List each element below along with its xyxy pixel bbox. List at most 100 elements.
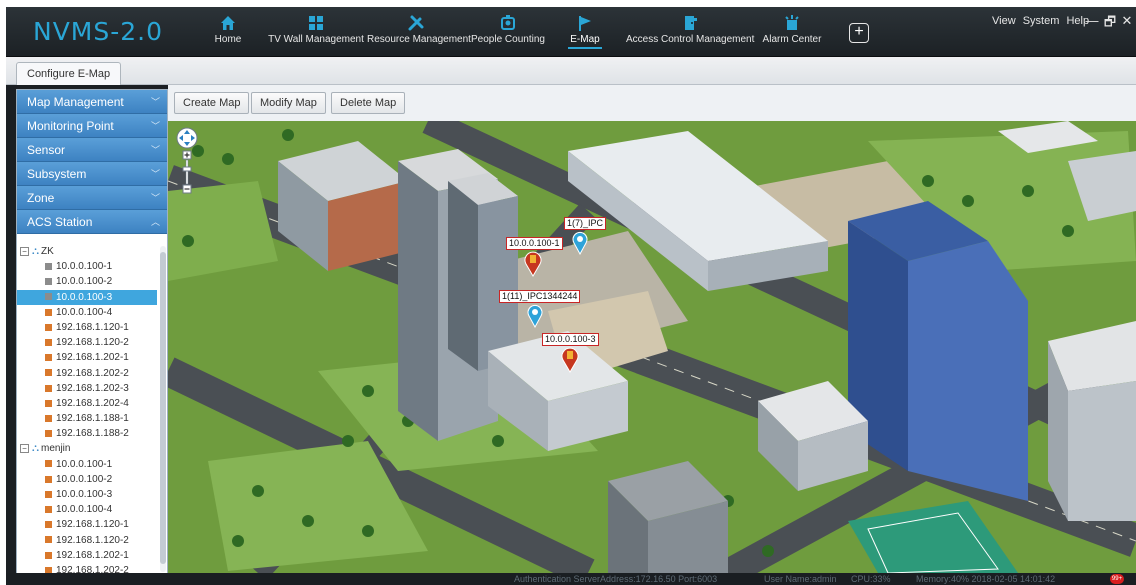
nav-people-counting[interactable]: People Counting [468, 10, 548, 54]
nav-alarm-center[interactable]: Alarm Center [760, 10, 824, 54]
tab-strip: Configure E-Map [6, 57, 1136, 85]
nav-alarm-center-label: Alarm Center [762, 34, 822, 45]
tree-item[interactable]: 10.0.0.100-4 [17, 305, 157, 320]
door-status-icon [45, 551, 52, 559]
tree-item[interactable]: 192.168.1.202-1 [17, 350, 157, 365]
tree-item[interactable]: 192.168.1.202-4 [17, 396, 157, 411]
tree-item[interactable]: 192.168.1.120-2 [17, 533, 157, 548]
accordion-monitoring-point[interactable]: Monitoring Point ﹀ [17, 114, 167, 138]
door-pin-icon[interactable] [561, 347, 579, 373]
tree-item[interactable]: 192.168.1.202-1 [17, 548, 157, 563]
door-status-icon [45, 354, 52, 362]
tree-item-label: 10.0.0.100-2 [56, 473, 113, 485]
tree-group[interactable]: − ⛬ ZK [17, 244, 157, 259]
tree-item[interactable]: 10.0.0.100-3 [17, 487, 157, 502]
tree-scrollbar[interactable] [160, 246, 166, 572]
camera-pin-icon[interactable] [527, 304, 543, 328]
menu-system[interactable]: System [1023, 15, 1060, 27]
tree-scrollbar-thumb[interactable] [160, 252, 166, 564]
zoom-in-icon[interactable] [183, 151, 191, 159]
alarm-count-badge[interactable]: 99+ [1110, 574, 1124, 584]
tree-item-label: 10.0.0.100-4 [56, 504, 113, 516]
collapse-icon[interactable]: − [20, 444, 29, 454]
create-map-button[interactable]: Create Map [174, 92, 250, 114]
tree-item-label: 192.168.1.120-2 [56, 337, 129, 349]
door-pin-icon[interactable] [524, 251, 542, 277]
nav-access-control-management[interactable]: Access Control Management [626, 10, 754, 54]
collapse-icon[interactable]: − [20, 246, 29, 256]
tree-item-label: 192.168.1.120-1 [56, 519, 129, 531]
accordion-subsystem[interactable]: Subsystem ﹀ [17, 162, 167, 186]
chevron-down-icon: ﹀ [150, 97, 160, 107]
tree-item-label: 192.168.1.188-1 [56, 413, 129, 425]
menu-view[interactable]: View [992, 15, 1016, 27]
accordion-label: ACS Station [27, 215, 93, 229]
nav-home-label: Home [214, 34, 242, 45]
tree-item-label: 192.168.1.202-1 [56, 549, 129, 561]
accordion-acs-station[interactable]: ACS Station ︿ [17, 210, 167, 234]
door-status-icon [45, 308, 52, 316]
tree-item[interactable]: 10.0.0.100-1 [17, 259, 157, 274]
delete-map-button[interactable]: Delete Map [331, 92, 406, 114]
map-pin-label: 10.0.0.100-3 [542, 333, 599, 346]
tree-item[interactable]: 192.168.1.188-1 [17, 411, 157, 426]
tools-icon [408, 15, 424, 31]
tree-item[interactable]: 10.0.0.100-1 [17, 457, 157, 472]
camera-pin-icon[interactable] [572, 231, 588, 255]
tab-configure-e-map[interactable]: Configure E-Map [16, 62, 122, 85]
door-status-icon [45, 521, 52, 529]
home-icon [221, 16, 235, 30]
minimize-button[interactable]: — [1085, 13, 1099, 28]
tv-wall-icon [309, 16, 323, 30]
accordion-label: Monitoring Point [27, 119, 114, 133]
modify-map-button[interactable]: Modify Map [251, 92, 326, 114]
tree-item[interactable]: 192.168.1.188-2 [17, 426, 157, 441]
accordion-label: Map Management [27, 95, 124, 109]
tree-item[interactable]: 10.0.0.100-4 [17, 502, 157, 517]
tree-item[interactable]: 10.0.0.100-2 [17, 274, 157, 289]
tree-item[interactable]: 192.168.1.120-1 [17, 320, 157, 335]
tree-item[interactable]: 10.0.0.100-2 [17, 472, 157, 487]
tree-item[interactable]: 10.0.0.100-3 [17, 289, 157, 305]
door-status-icon [45, 263, 52, 271]
accordion-label: Subsystem [27, 167, 87, 181]
tree-item-label: 192.168.1.202-1 [56, 352, 129, 364]
tree-item-label: 10.0.0.100-1 [56, 261, 113, 273]
door-status-icon [45, 278, 52, 286]
accordion-zone[interactable]: Zone ﹀ [17, 186, 167, 210]
status-bar: Authentication ServerAddress:172.16.50 P… [6, 573, 1136, 585]
nav-tv-wall-management[interactable]: TV Wall Management [268, 10, 364, 54]
zoom-out-icon[interactable] [183, 185, 191, 193]
nav-e-map[interactable]: E-Map [568, 10, 602, 54]
tree-item[interactable]: 192.168.1.120-1 [17, 517, 157, 532]
nav-resource-management[interactable]: Resource Management [367, 10, 471, 54]
door-status-icon [45, 369, 52, 377]
tree-item[interactable]: 192.168.1.202-3 [17, 381, 157, 396]
door-status-icon [45, 399, 52, 407]
tree-item-label: 192.168.1.120-1 [56, 321, 129, 333]
map-pin-label: 1(7)_IPC [564, 217, 607, 230]
door-status-icon [45, 293, 52, 301]
door-status-icon [45, 323, 52, 331]
tree-item-label: 192.168.1.202-2 [56, 367, 129, 379]
network-group-icon: ⛬ [32, 246, 39, 257]
add-tab-button[interactable]: + [849, 23, 869, 43]
application-window: NVMS-2.0 Home TV Wall Management Resourc… [6, 7, 1136, 585]
accordion-map-management[interactable]: Map Management ﹀ [17, 90, 167, 114]
e-map-canvas[interactable]: 1(7)_IPC 10.0.0.100-1 1(11)_IPC1344244 1… [168, 121, 1136, 573]
tree-item[interactable]: 192.168.1.120-2 [17, 335, 157, 350]
tree-item-label: 192.168.1.202-4 [56, 397, 129, 409]
accordion-label: Zone [27, 191, 55, 205]
accordion-sensor[interactable]: Sensor ﹀ [17, 138, 167, 162]
app-logo-title: NVMS-2.0 [33, 17, 164, 46]
pan-icon[interactable] [176, 127, 198, 149]
restore-button[interactable]: 🗗 [1103, 13, 1117, 35]
people-counting-icon [501, 15, 515, 30]
nav-home[interactable]: Home [212, 10, 244, 54]
tree-item-label: 10.0.0.100-4 [56, 306, 113, 318]
status-user-name: User Name:admin [764, 574, 837, 584]
close-button[interactable]: ✕ [1120, 13, 1134, 29]
tree-group[interactable]: − ⛬ menjin [17, 441, 157, 456]
tree-item[interactable]: 192.168.1.202-2 [17, 366, 157, 381]
city-map-illustration [168, 121, 1136, 573]
